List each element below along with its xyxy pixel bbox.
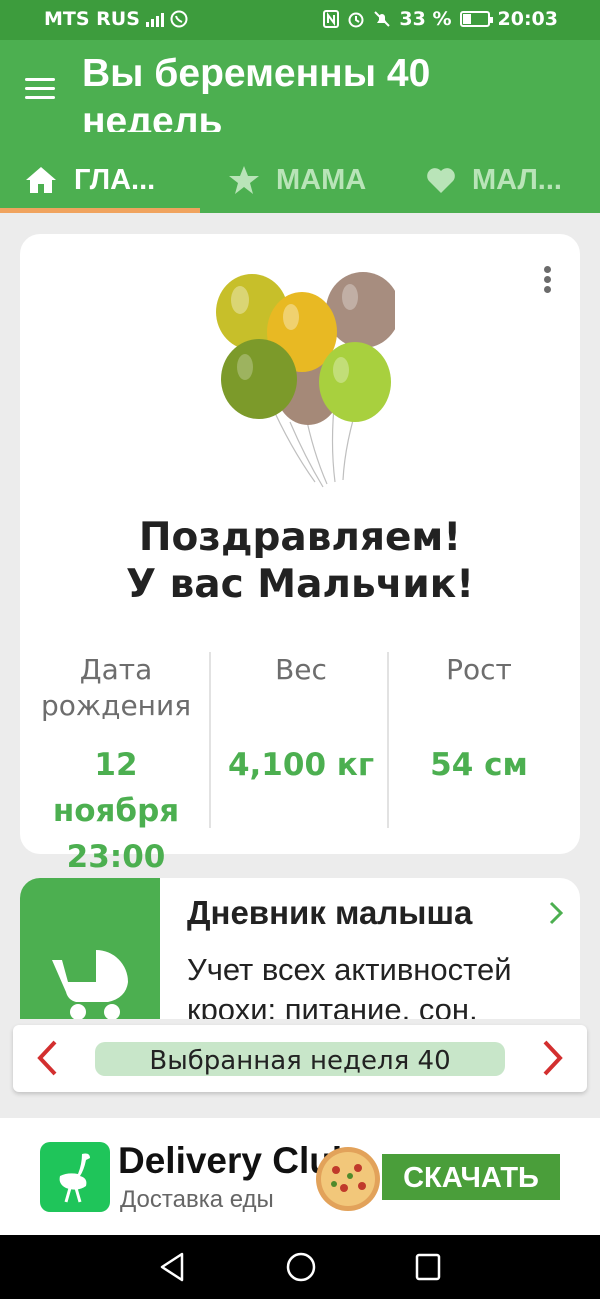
delivery-club-logo bbox=[40, 1142, 110, 1212]
birth-card: Поздравляем! У вас Мальчик! Дата рождени… bbox=[20, 234, 580, 875]
clock: 20:03 bbox=[497, 8, 558, 30]
week-selector: Выбранная неделя 40 bbox=[13, 1025, 587, 1092]
tab-main-label: ГЛА... bbox=[74, 163, 156, 196]
home-icon bbox=[26, 167, 56, 193]
previous-week-button[interactable] bbox=[35, 1039, 59, 1077]
tab-mama[interactable]: МАМА bbox=[228, 150, 366, 210]
app-bar: Вы беременны 40 недель ГЛА... МАМА МАЛ..… bbox=[0, 40, 600, 213]
star-icon bbox=[229, 166, 259, 194]
more-options-icon[interactable] bbox=[544, 266, 552, 294]
heart-icon bbox=[427, 168, 455, 193]
home-button-icon[interactable] bbox=[285, 1251, 317, 1283]
ad-banner[interactable]: Delivery Club Доставка еды СКАЧАТЬ bbox=[0, 1118, 600, 1235]
stroller-icon bbox=[52, 950, 128, 1019]
chevron-right-icon[interactable] bbox=[548, 900, 564, 926]
battery-level bbox=[462, 14, 471, 24]
stat-birth-date-label: Дата рождения bbox=[40, 653, 192, 722]
menu-icon[interactable] bbox=[25, 78, 55, 100]
diary-title: Дневник малыша bbox=[187, 894, 473, 931]
tab-mama-label: МАМА bbox=[276, 163, 367, 196]
pizza-image bbox=[316, 1147, 380, 1211]
stat-height: Рост 54 см bbox=[389, 652, 569, 830]
stat-weight-label: Вес bbox=[275, 653, 327, 686]
status-left: MTS RUS bbox=[44, 8, 188, 30]
carrier-name: MTS RUS bbox=[44, 8, 140, 30]
stat-height-value: 54 см bbox=[430, 747, 528, 783]
page-title: Вы беременны 40 недель bbox=[82, 52, 431, 132]
congratulations-text: Поздравляем! У вас Мальчик! bbox=[20, 514, 580, 608]
stat-weight-value: 4,100 кг bbox=[227, 747, 375, 783]
ostrich-icon bbox=[59, 1153, 90, 1203]
viber-icon bbox=[170, 10, 188, 28]
selected-week-label: Выбранная неделя 40 bbox=[95, 1042, 505, 1076]
baby-diary-card[interactable]: Дневник малыша Учет всех активностей кро… bbox=[20, 878, 580, 1019]
tab-baby[interactable]: МАЛ... bbox=[426, 150, 562, 210]
battery-icon bbox=[459, 11, 493, 27]
tab-baby-label: МАЛ... bbox=[472, 163, 562, 196]
stat-height-label: Рост bbox=[446, 653, 512, 686]
tab-indicator bbox=[0, 208, 200, 213]
congrats-line-1: Поздравляем! bbox=[138, 515, 462, 560]
tab-main[interactable]: ГЛА... bbox=[24, 150, 155, 210]
battery-percent: 33 % bbox=[399, 8, 452, 30]
congrats-line-2: У вас Мальчик! bbox=[125, 562, 475, 607]
birth-stats: Дата рождения 12 ноября 23:00 Вес 4,100 … bbox=[20, 652, 580, 875]
diary-icon-panel bbox=[20, 878, 160, 1019]
status-bar: MTS RUS 33 % 20:03 bbox=[0, 0, 600, 40]
recents-icon[interactable] bbox=[414, 1251, 442, 1283]
stat-birth-date-value: 12 ноября 23:00 bbox=[52, 747, 180, 875]
stat-weight: Вес 4,100 кг bbox=[211, 652, 391, 830]
download-button[interactable]: СКАЧАТЬ bbox=[382, 1154, 560, 1200]
ad-subtitle: Доставка еды bbox=[120, 1186, 274, 1213]
balloons-image bbox=[216, 272, 395, 488]
diary-description: Учет всех активностей крохи: питание, со… bbox=[187, 952, 512, 1019]
next-week-button[interactable] bbox=[541, 1039, 565, 1077]
back-icon[interactable] bbox=[158, 1251, 186, 1283]
nfc-icon bbox=[323, 10, 340, 28]
alarm-icon bbox=[348, 12, 364, 28]
signal-icon bbox=[145, 11, 164, 27]
stat-birth-date: Дата рождения 12 ноября 23:00 bbox=[26, 652, 206, 875]
mute-icon bbox=[374, 11, 391, 27]
system-nav-bar bbox=[0, 1235, 600, 1299]
tab-bar: ГЛА... МАМА МАЛ... bbox=[0, 150, 600, 213]
status-right: 33 % 20:03 bbox=[323, 8, 558, 30]
